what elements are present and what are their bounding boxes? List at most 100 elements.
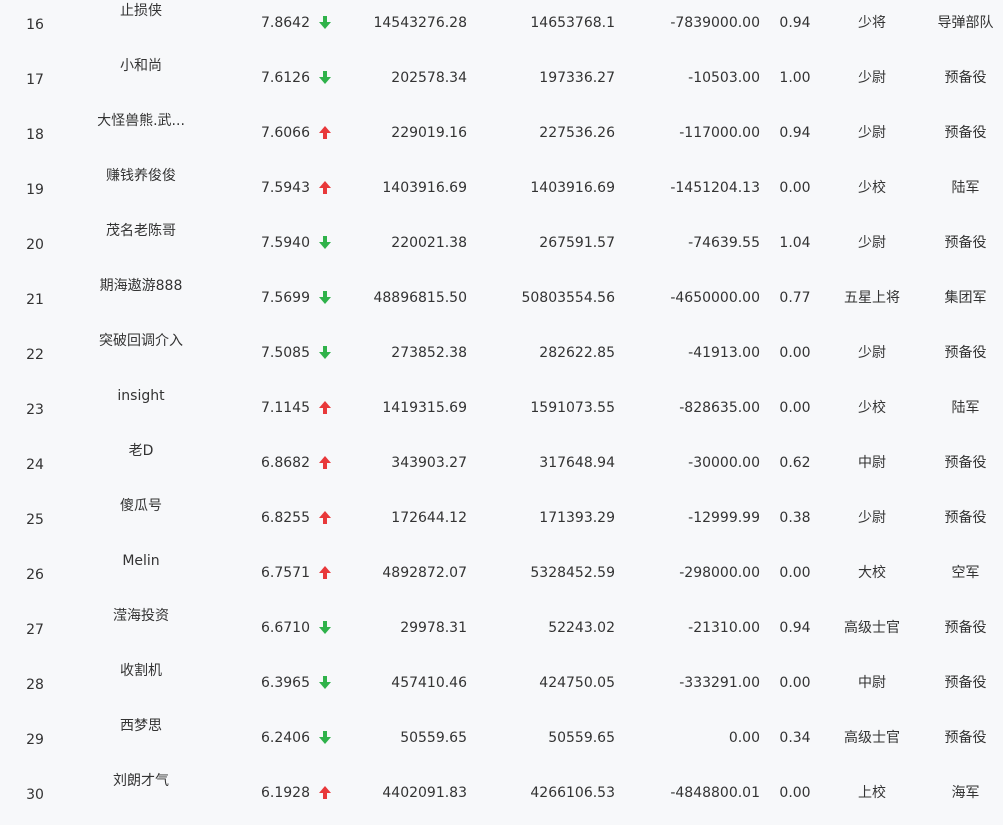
user-name[interactable]: 大怪兽熊.武... bbox=[85, 112, 197, 130]
table-row[interactable]: 20 茂名老陈哥 7.5940 220021.38 267591.57 -74639.55… bbox=[0, 220, 1003, 275]
ratio-value: 0.77 bbox=[779, 290, 811, 306]
value-2: 227536.26 bbox=[539, 125, 615, 141]
score-value: 6.2406 bbox=[261, 730, 310, 746]
rank-number: 18 bbox=[26, 127, 44, 143]
arrow-down-icon bbox=[318, 290, 332, 308]
value-2: 267591.57 bbox=[539, 235, 615, 251]
user-name[interactable]: Melin bbox=[85, 552, 197, 570]
user-name[interactable]: 突破回调介入 bbox=[85, 332, 197, 350]
table-row[interactable]: 30 刘朗才气 6.1928 4402091.83 4266106.53 -4848800… bbox=[0, 770, 1003, 825]
user-name[interactable]: 期海遨游888 bbox=[85, 277, 197, 295]
ratio-value: 0.00 bbox=[779, 400, 811, 416]
military-rank: 少尉 bbox=[858, 510, 886, 526]
table-row[interactable]: 24 老D 6.8682 343903.27 317648.94 -30000.00 0.6… bbox=[0, 440, 1003, 495]
arrow-down-icon bbox=[318, 70, 332, 88]
unit-name: 陆军 bbox=[951, 180, 980, 196]
table-row[interactable]: 23 insight 7.1145 1419315.69 1591073.55 -8286… bbox=[0, 385, 1003, 440]
user-name[interactable]: 滢海投资 bbox=[85, 607, 197, 625]
value-3: -1451204.13 bbox=[670, 180, 760, 196]
military-rank: 少校 bbox=[858, 400, 886, 416]
unit-name: 预备役 bbox=[944, 235, 987, 251]
table-row[interactable]: 29 西梦思 6.2406 50559.65 50559.65 0.00 0.34 高级士官 预… bbox=[0, 715, 1003, 770]
rank-number: 23 bbox=[26, 402, 44, 418]
value-2: 171393.29 bbox=[539, 510, 615, 526]
value-1: 48896815.50 bbox=[373, 290, 467, 306]
arrow-down-icon bbox=[318, 15, 332, 33]
table-row[interactable]: 21 期海遨游888 7.5699 48896815.50 50803554.56 -46… bbox=[0, 275, 1003, 330]
value-3: -21310.00 bbox=[688, 620, 760, 636]
ratio-value: 0.94 bbox=[779, 125, 811, 141]
value-2: 4266106.53 bbox=[530, 785, 615, 801]
value-2: 424750.05 bbox=[539, 675, 615, 691]
user-name[interactable]: 西梦思 bbox=[85, 717, 197, 735]
value-2: 5328452.59 bbox=[530, 565, 615, 581]
user-name[interactable]: 刘朗才气 bbox=[85, 772, 197, 790]
table-row[interactable]: 17 小和尚 7.6126 202578.34 197336.27 -10503.00 1.… bbox=[0, 55, 1003, 110]
ratio-value: 0.00 bbox=[779, 675, 811, 691]
value-1: 50559.65 bbox=[400, 730, 467, 746]
rank-number: 17 bbox=[26, 72, 44, 88]
rank-number: 16 bbox=[26, 17, 44, 33]
value-1: 229019.16 bbox=[391, 125, 467, 141]
table-row[interactable]: 27 滢海投资 6.6710 29978.31 52243.02 -21310.00 0.9… bbox=[0, 605, 1003, 660]
table-row[interactable]: 22 突破回调介入 7.5085 273852.38 282622.85 -41913.0… bbox=[0, 330, 1003, 385]
table-row[interactable]: 25 傻瓜号 6.8255 172644.12 171393.29 -12999.99 0.… bbox=[0, 495, 1003, 550]
user-name[interactable]: 傻瓜号 bbox=[85, 497, 197, 515]
arrow-up-icon bbox=[318, 400, 332, 418]
table-row[interactable]: 16 止损侠 7.8642 14543276.28 14653768.1 -7839000… bbox=[0, 0, 1003, 55]
ratio-value: 0.00 bbox=[779, 565, 811, 581]
value-3: -298000.00 bbox=[679, 565, 760, 581]
ranking-table: 16 止损侠 7.8642 14543276.28 14653768.1 -7839000… bbox=[0, 0, 1003, 815]
value-3: -7839000.00 bbox=[670, 15, 760, 31]
value-2: 50803554.56 bbox=[521, 290, 615, 306]
unit-name: 预备役 bbox=[944, 730, 987, 746]
value-2: 52243.02 bbox=[548, 620, 615, 636]
military-rank: 高级士官 bbox=[844, 730, 900, 746]
value-3: -4848800.01 bbox=[670, 785, 760, 801]
user-name[interactable]: insight bbox=[85, 387, 197, 405]
value-1: 220021.38 bbox=[391, 235, 467, 251]
user-name[interactable]: 收割机 bbox=[85, 662, 197, 680]
user-name[interactable]: 赚钱养俊俊 bbox=[85, 167, 197, 185]
rank-number: 28 bbox=[26, 677, 44, 693]
arrow-down-icon bbox=[318, 675, 332, 693]
unit-name: 陆军 bbox=[951, 400, 980, 416]
score-value: 7.5943 bbox=[261, 180, 310, 196]
arrow-up-icon bbox=[318, 125, 332, 143]
military-rank: 少尉 bbox=[858, 345, 886, 361]
user-name[interactable]: 小和尚 bbox=[85, 57, 197, 75]
value-3: -828635.00 bbox=[679, 400, 760, 416]
rank-number: 30 bbox=[26, 787, 44, 803]
table-row[interactable]: 18 大怪兽熊.武... 7.6066 229019.16 227536.26 -1170… bbox=[0, 110, 1003, 165]
user-name[interactable]: 止损侠 bbox=[85, 2, 197, 20]
unit-name: 预备役 bbox=[944, 345, 987, 361]
user-name[interactable]: 老D bbox=[85, 442, 197, 460]
military-rank: 中尉 bbox=[858, 675, 886, 691]
value-2: 317648.94 bbox=[539, 455, 615, 471]
arrow-up-icon bbox=[318, 565, 332, 583]
score-value: 6.8682 bbox=[261, 455, 310, 471]
unit-name: 预备役 bbox=[944, 620, 987, 636]
value-3: -74639.55 bbox=[688, 235, 760, 251]
ratio-value: 0.34 bbox=[779, 730, 811, 746]
unit-name: 空军 bbox=[951, 565, 980, 581]
arrow-up-icon bbox=[318, 510, 332, 528]
military-rank: 高级士官 bbox=[844, 620, 900, 636]
user-name[interactable]: 茂名老陈哥 bbox=[85, 222, 197, 240]
table-row[interactable]: 26 Melin 6.7571 4892872.07 5328452.59 -298000… bbox=[0, 550, 1003, 605]
value-3: 0.00 bbox=[728, 730, 760, 746]
value-1: 202578.34 bbox=[391, 70, 467, 86]
value-1: 29978.31 bbox=[400, 620, 467, 636]
score-value: 6.3965 bbox=[261, 675, 310, 691]
rank-number: 24 bbox=[26, 457, 44, 473]
value-1: 14543276.28 bbox=[373, 15, 467, 31]
military-rank: 少尉 bbox=[858, 235, 886, 251]
value-1: 1419315.69 bbox=[382, 400, 467, 416]
table-row[interactable]: 28 收割机 6.3965 457410.46 424750.05 -333291.00 0… bbox=[0, 660, 1003, 715]
score-value: 7.8642 bbox=[261, 15, 310, 31]
table-row[interactable]: 19 赚钱养俊俊 7.5943 1403916.69 1403916.69 -145120… bbox=[0, 165, 1003, 220]
arrow-down-icon bbox=[318, 235, 332, 253]
ratio-value: 0.38 bbox=[779, 510, 811, 526]
arrow-down-icon bbox=[318, 620, 332, 638]
unit-name: 预备役 bbox=[944, 455, 987, 471]
